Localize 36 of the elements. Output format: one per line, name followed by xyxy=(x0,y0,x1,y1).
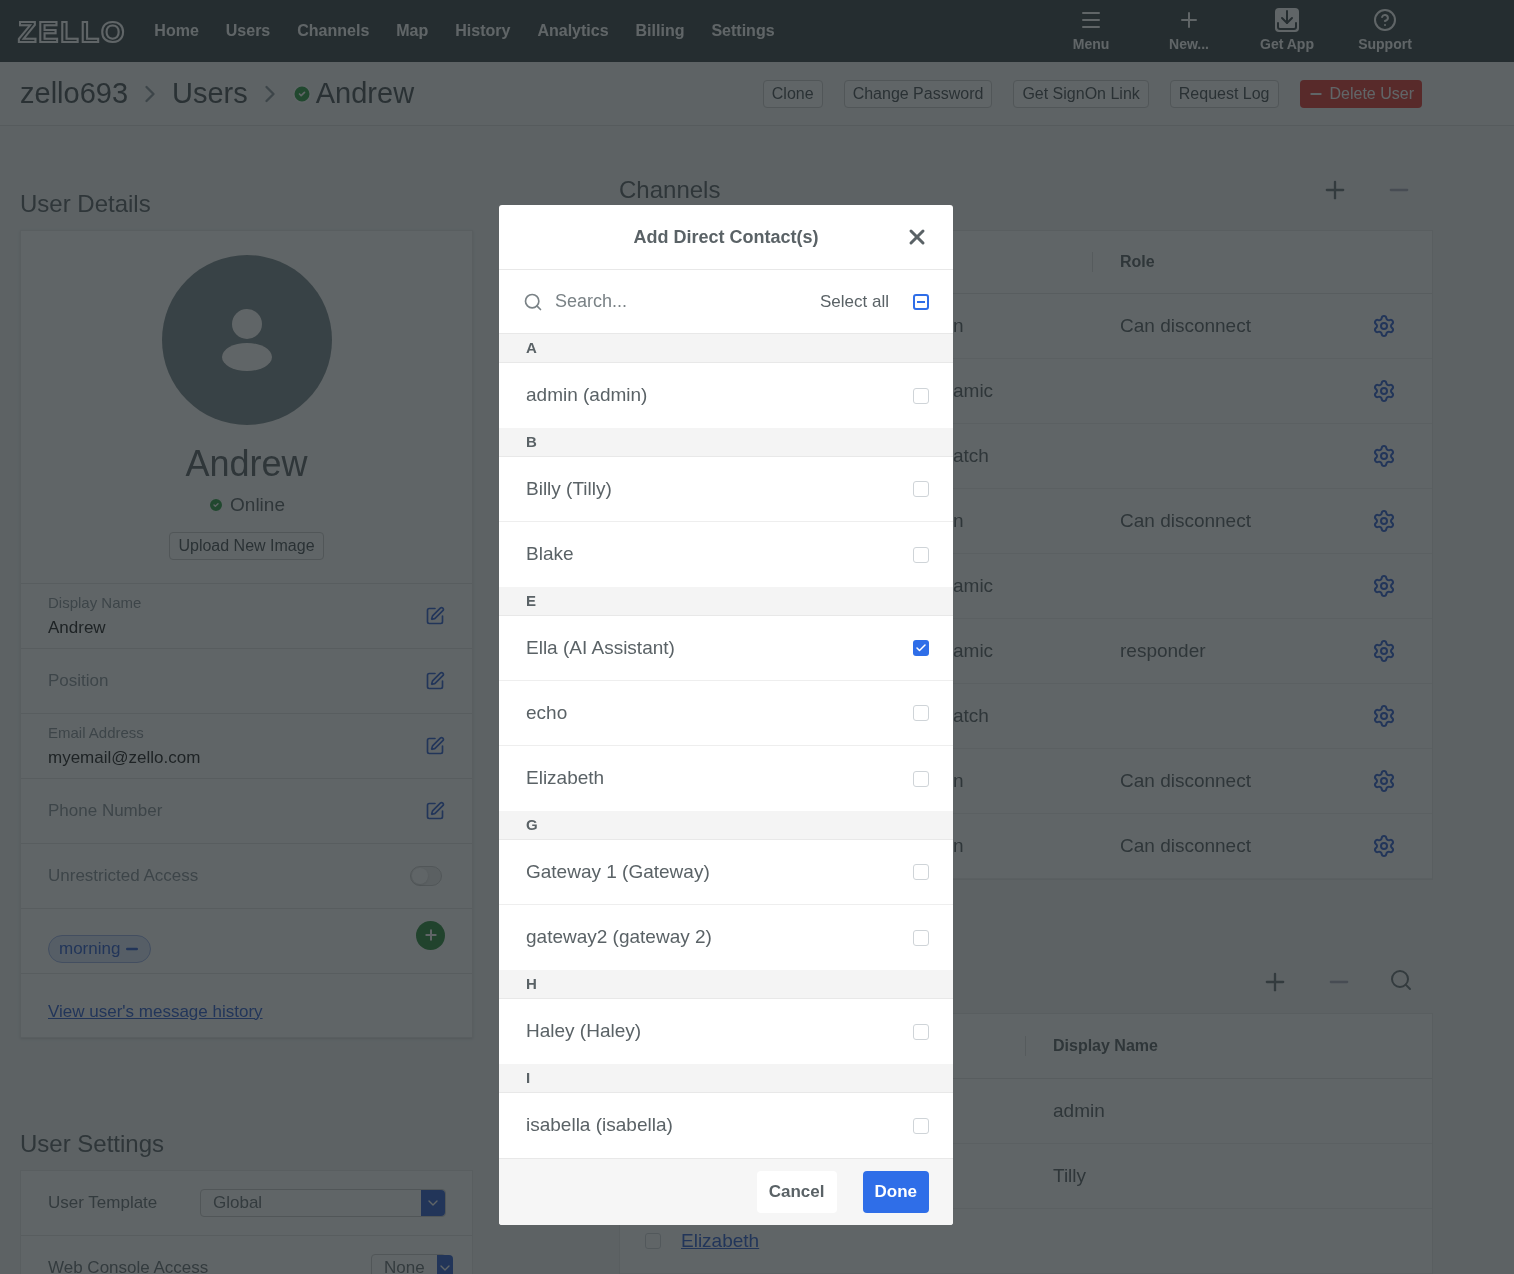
contact-option[interactable]: gateway2 (gateway 2) xyxy=(499,905,953,970)
checkbox[interactable] xyxy=(913,1117,929,1134)
contact-option[interactable]: Elizabeth xyxy=(499,746,953,811)
search-field[interactable]: Search... xyxy=(555,288,820,315)
field-value: myemail@zello.com xyxy=(48,746,201,769)
select-all-label: Select all xyxy=(820,290,889,313)
contact-option[interactable]: Billy (Tilly) xyxy=(499,457,953,522)
group-header: A xyxy=(499,334,953,363)
checkbox[interactable] xyxy=(913,546,929,563)
group-header: B xyxy=(499,428,953,457)
dialog-title: Add Direct Contact(s) xyxy=(633,225,819,249)
check-icon xyxy=(915,642,927,654)
checkbox[interactable] xyxy=(913,770,929,787)
group-header: E xyxy=(499,587,953,616)
contact-option[interactable]: Gateway 1 (Gateway) xyxy=(499,840,953,905)
checkbox[interactable] xyxy=(913,640,929,656)
group-header: H xyxy=(499,970,953,999)
search-icon xyxy=(523,291,543,312)
contact-option[interactable]: admin (admin) xyxy=(499,363,953,428)
checkbox[interactable] xyxy=(913,864,929,880)
checkbox[interactable] xyxy=(913,1023,929,1040)
group-header: I xyxy=(499,1064,953,1093)
contact-option[interactable]: Blake xyxy=(499,522,953,587)
contact-option[interactable]: isabella (isabella) xyxy=(499,1093,953,1158)
checkbox[interactable] xyxy=(913,387,929,404)
checkbox[interactable] xyxy=(913,481,929,497)
done-button[interactable]: Done xyxy=(862,1171,929,1213)
contact-option[interactable]: Ella (AI Assistant) xyxy=(499,616,953,681)
group-header: G xyxy=(499,811,953,840)
select-all-checkbox[interactable] xyxy=(913,293,929,310)
field-value: Andrew xyxy=(48,616,107,639)
contact-option[interactable]: echo xyxy=(499,681,953,746)
cancel-button[interactable]: Cancel xyxy=(756,1171,837,1213)
contact-option[interactable]: Haley (Haley) xyxy=(499,999,953,1064)
checkbox[interactable] xyxy=(913,705,929,721)
checkbox[interactable] xyxy=(913,929,929,946)
